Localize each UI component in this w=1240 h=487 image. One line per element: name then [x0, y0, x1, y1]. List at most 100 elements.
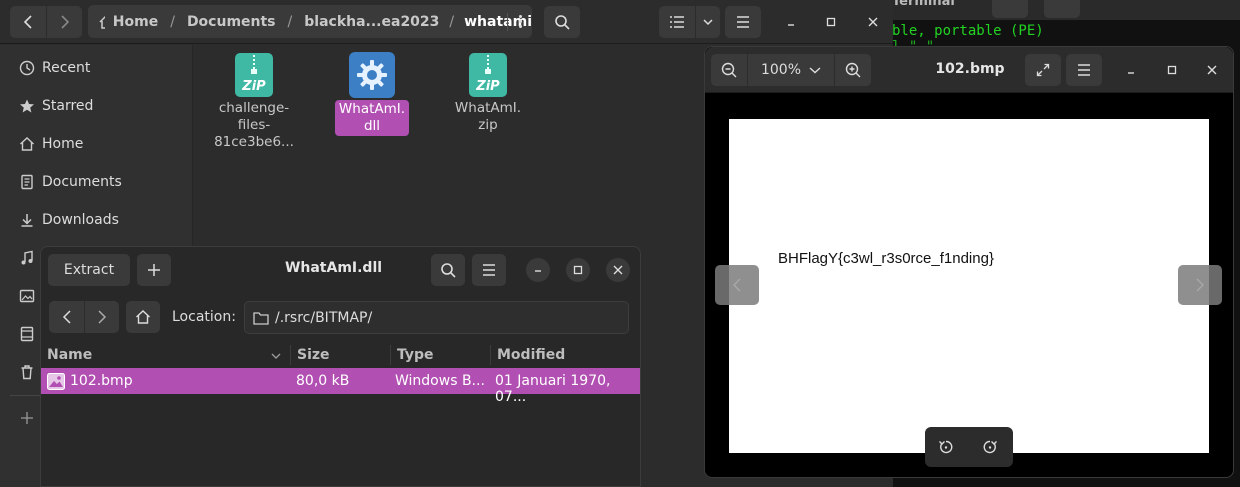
sidebar-item-starred[interactable]: Starred [0, 89, 193, 123]
file-item[interactable]: ZiP challenge- files- 81ce3be6... [209, 52, 299, 151]
zip-icon: ZiP [235, 53, 273, 97]
view-options-dropdown[interactable] [695, 6, 720, 38]
cell-name: 102.bmp [70, 373, 133, 389]
chevron-left-icon [62, 310, 71, 324]
clock-icon [18, 60, 36, 76]
breadcrumb-divider [507, 13, 508, 31]
close-icon [868, 17, 878, 27]
minimize-button[interactable] [779, 10, 803, 34]
breadcrumb: Home / Documents / blackha...ea2023 / wh… [88, 5, 532, 38]
rotate-left-icon [939, 440, 953, 454]
home-icon [136, 310, 150, 324]
forward-button[interactable] [84, 301, 119, 333]
search-icon [441, 263, 456, 278]
more-options-icon[interactable] [510, 9, 530, 33]
sidebar-item-downloads[interactable]: Downloads [0, 203, 193, 237]
minimize-icon [535, 270, 541, 272]
maximize-button[interactable] [566, 258, 590, 282]
column-divider [390, 345, 391, 365]
add-files-button[interactable] [137, 254, 171, 286]
search-icon [555, 15, 570, 30]
sidebar-item-label: Starred [42, 98, 94, 114]
view-list-button[interactable] [659, 6, 695, 38]
terminal-header: Terminal [880, 0, 1240, 20]
column-name[interactable]: Name [47, 347, 92, 363]
location-label: Location: [172, 309, 236, 325]
svg-text:ZiP: ZiP [475, 79, 500, 94]
chevron-right-icon [1196, 278, 1204, 292]
archive-manager-window: Extract WhatAmI.dll Location: /.rsrc/BIT… [40, 246, 641, 487]
document-icon [18, 174, 36, 190]
close-icon [1207, 65, 1217, 75]
column-size[interactable]: Size [297, 347, 330, 363]
plus-icon [18, 411, 36, 425]
breadcrumb-documents[interactable]: Documents [187, 14, 276, 30]
sidebar-item-label: Home [42, 136, 84, 152]
zoom-level: 100% [760, 62, 802, 78]
next-image-button[interactable] [1178, 265, 1222, 305]
close-button[interactable] [1200, 58, 1224, 82]
maximize-button[interactable] [1160, 58, 1184, 82]
main-menu-button[interactable] [1066, 54, 1102, 86]
file-name: 81ce3be6... [214, 134, 294, 150]
zoom-in-button[interactable] [835, 54, 871, 86]
maximize-button[interactable] [819, 10, 843, 34]
plus-icon [148, 264, 160, 276]
rotate-left-button[interactable] [933, 435, 959, 459]
terminal-search-button[interactable] [992, 0, 1028, 18]
close-button[interactable] [606, 258, 630, 282]
minimize-icon [788, 24, 794, 26]
sidebar-item-documents[interactable]: Documents [0, 165, 193, 199]
download-icon [18, 212, 36, 228]
sidebar-item-label: Documents [42, 174, 122, 190]
previous-image-button[interactable] [715, 265, 759, 305]
column-modified[interactable]: Modified [497, 347, 565, 363]
minimize-button[interactable] [1119, 58, 1143, 82]
window-title: 102.bmp [935, 61, 1005, 77]
home-icon [18, 136, 36, 152]
back-button[interactable] [10, 6, 46, 38]
home-button[interactable] [126, 301, 160, 333]
sidebar-item-home[interactable]: Home [0, 127, 193, 161]
fullscreen-button[interactable] [1025, 54, 1061, 86]
breadcrumb-home[interactable]: Home [113, 14, 158, 30]
file-name: WhatAmI. [454, 100, 522, 116]
zoom-level-dropdown[interactable]: 100% [747, 54, 835, 86]
terminal-menu-button[interactable] [1044, 0, 1080, 18]
file-item-selected[interactable]: WhatAmI. dll [327, 52, 417, 136]
sidebar-item-recent[interactable]: Recent [0, 51, 193, 85]
search-button[interactable] [431, 254, 465, 286]
chevron-down-icon [703, 19, 713, 26]
main-menu-button[interactable] [472, 254, 506, 286]
chevron-down-icon [809, 67, 821, 74]
close-button[interactable] [861, 10, 885, 34]
forward-button[interactable] [46, 6, 82, 38]
file-name: files- [237, 117, 271, 133]
minimize-button[interactable] [526, 258, 550, 282]
chevron-right-icon [60, 15, 69, 29]
image-file-icon [47, 373, 65, 390]
terminal-output-line: ble, portable (PE) [892, 23, 1044, 39]
rotate-right-icon [983, 440, 997, 454]
zoom-in-icon [845, 62, 861, 78]
table-header: Name Size Type Modified [41, 342, 640, 368]
cell-size: 80,0 kB [296, 373, 350, 389]
column-type[interactable]: Type [397, 347, 434, 363]
breadcrumb-folder[interactable]: blackha...ea2023 [304, 14, 439, 30]
image-viewer-window: 100% 102.bmp BHFlagY{c3wl_r3s0rce_f1ndin… [704, 46, 1234, 478]
location-field[interactable]: /.rsrc/BITMAP/ [244, 301, 629, 334]
sort-descending-icon [271, 353, 281, 359]
extract-button[interactable]: Extract [48, 254, 130, 286]
back-button[interactable] [49, 301, 84, 333]
table-row[interactable]: 102.bmp 80,0 kB Windows B... 01 Januari … [41, 368, 640, 405]
rotate-right-button[interactable] [977, 435, 1003, 459]
file-manager-headerbar: Home / Documents / blackha...ea2023 / wh… [0, 0, 893, 44]
zip-icon: ZiP [469, 53, 507, 97]
file-item[interactable]: ZiP WhatAmI. zip [443, 52, 533, 134]
zoom-out-button[interactable] [711, 54, 747, 86]
main-menu-button[interactable] [725, 6, 761, 38]
svg-text:ZiP: ZiP [241, 79, 266, 94]
search-button[interactable] [544, 6, 580, 38]
picture-icon [18, 288, 36, 304]
rotate-toolbar [925, 427, 1013, 467]
